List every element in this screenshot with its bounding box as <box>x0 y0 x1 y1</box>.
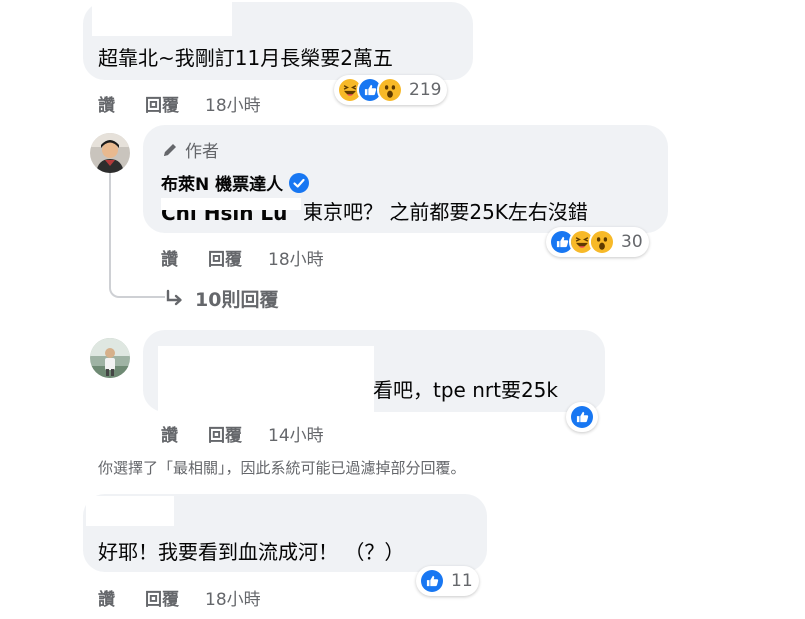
reaction-summary-2[interactable]: 30 <box>546 227 649 257</box>
reply-arrow-icon <box>166 289 182 305</box>
redacted-name-1 <box>92 0 232 36</box>
comment-text-4: 好耶！我要看到血流成河！ （？） <box>98 540 405 564</box>
reaction-count-2: 30 <box>621 232 643 252</box>
like-reaction-icon <box>569 404 595 430</box>
comment-actions-2: 讚 回覆 18小時 <box>161 245 324 270</box>
reaction-summary-4[interactable]: 11 <box>416 566 479 596</box>
like-button[interactable]: 讚 <box>161 245 178 270</box>
view-replies-label[interactable]: 10則回覆 <box>195 285 278 312</box>
verified-badge-icon <box>289 172 310 193</box>
comment-timestamp[interactable]: 14小時 <box>268 421 324 446</box>
wow-reaction-icon <box>589 229 615 255</box>
comment-actions-4: 讚 回覆 18小時 <box>98 585 261 610</box>
comment-text-3: 看吧，tpe nrt要25k <box>373 378 558 402</box>
like-reaction-icon <box>419 568 445 594</box>
like-button[interactable]: 讚 <box>98 91 115 116</box>
comment-timestamp[interactable]: 18小時 <box>205 585 261 610</box>
wow-reaction-icon <box>377 77 403 103</box>
author-name-row[interactable]: 布萊N 機票達人 <box>161 170 310 195</box>
mentioned-user-clip: Chi Hsin Lu <box>161 198 301 228</box>
reaction-summary-3[interactable] <box>566 402 598 432</box>
reply-button[interactable]: 回覆 <box>208 421 242 446</box>
redacted-name-4 <box>86 496 174 526</box>
reaction-summary-1[interactable]: 219 <box>334 75 448 105</box>
reply-button[interactable]: 回覆 <box>208 245 242 270</box>
redacted-mention <box>161 198 301 210</box>
reply-button[interactable]: 回覆 <box>145 585 179 610</box>
comment-text-2: 東京吧？ 之前都要25K左右沒錯 <box>303 200 588 224</box>
pencil-icon <box>164 143 176 156</box>
comment-timestamp[interactable]: 18小時 <box>268 245 324 270</box>
like-button[interactable]: 讚 <box>98 585 115 610</box>
view-replies-link[interactable]: 10則回覆 <box>163 285 278 312</box>
filter-notice: 你選擇了「最相關」，因此系統可能已過濾掉部分回覆。 <box>98 459 466 477</box>
comment-timestamp[interactable]: 18小時 <box>205 91 261 116</box>
redacted-name-3 <box>158 346 374 412</box>
author-badge: 作者 <box>161 137 219 162</box>
like-button[interactable]: 讚 <box>161 421 178 446</box>
author-avatar[interactable] <box>90 133 130 173</box>
reply-button[interactable]: 回覆 <box>145 91 179 116</box>
author-badge-label: 作者 <box>185 142 219 162</box>
reaction-count-1: 219 <box>409 80 442 100</box>
comment-text-1: 超靠北~我剛訂11月長榮要2萬五 <box>98 46 393 70</box>
reaction-count-4: 11 <box>451 571 473 591</box>
comment-actions-1: 讚 回覆 18小時 <box>98 91 261 116</box>
author-name[interactable]: 布萊N 機票達人 <box>161 170 283 195</box>
comment-actions-3: 讚 回覆 14小時 <box>161 421 324 446</box>
commenter-avatar[interactable] <box>90 338 130 378</box>
